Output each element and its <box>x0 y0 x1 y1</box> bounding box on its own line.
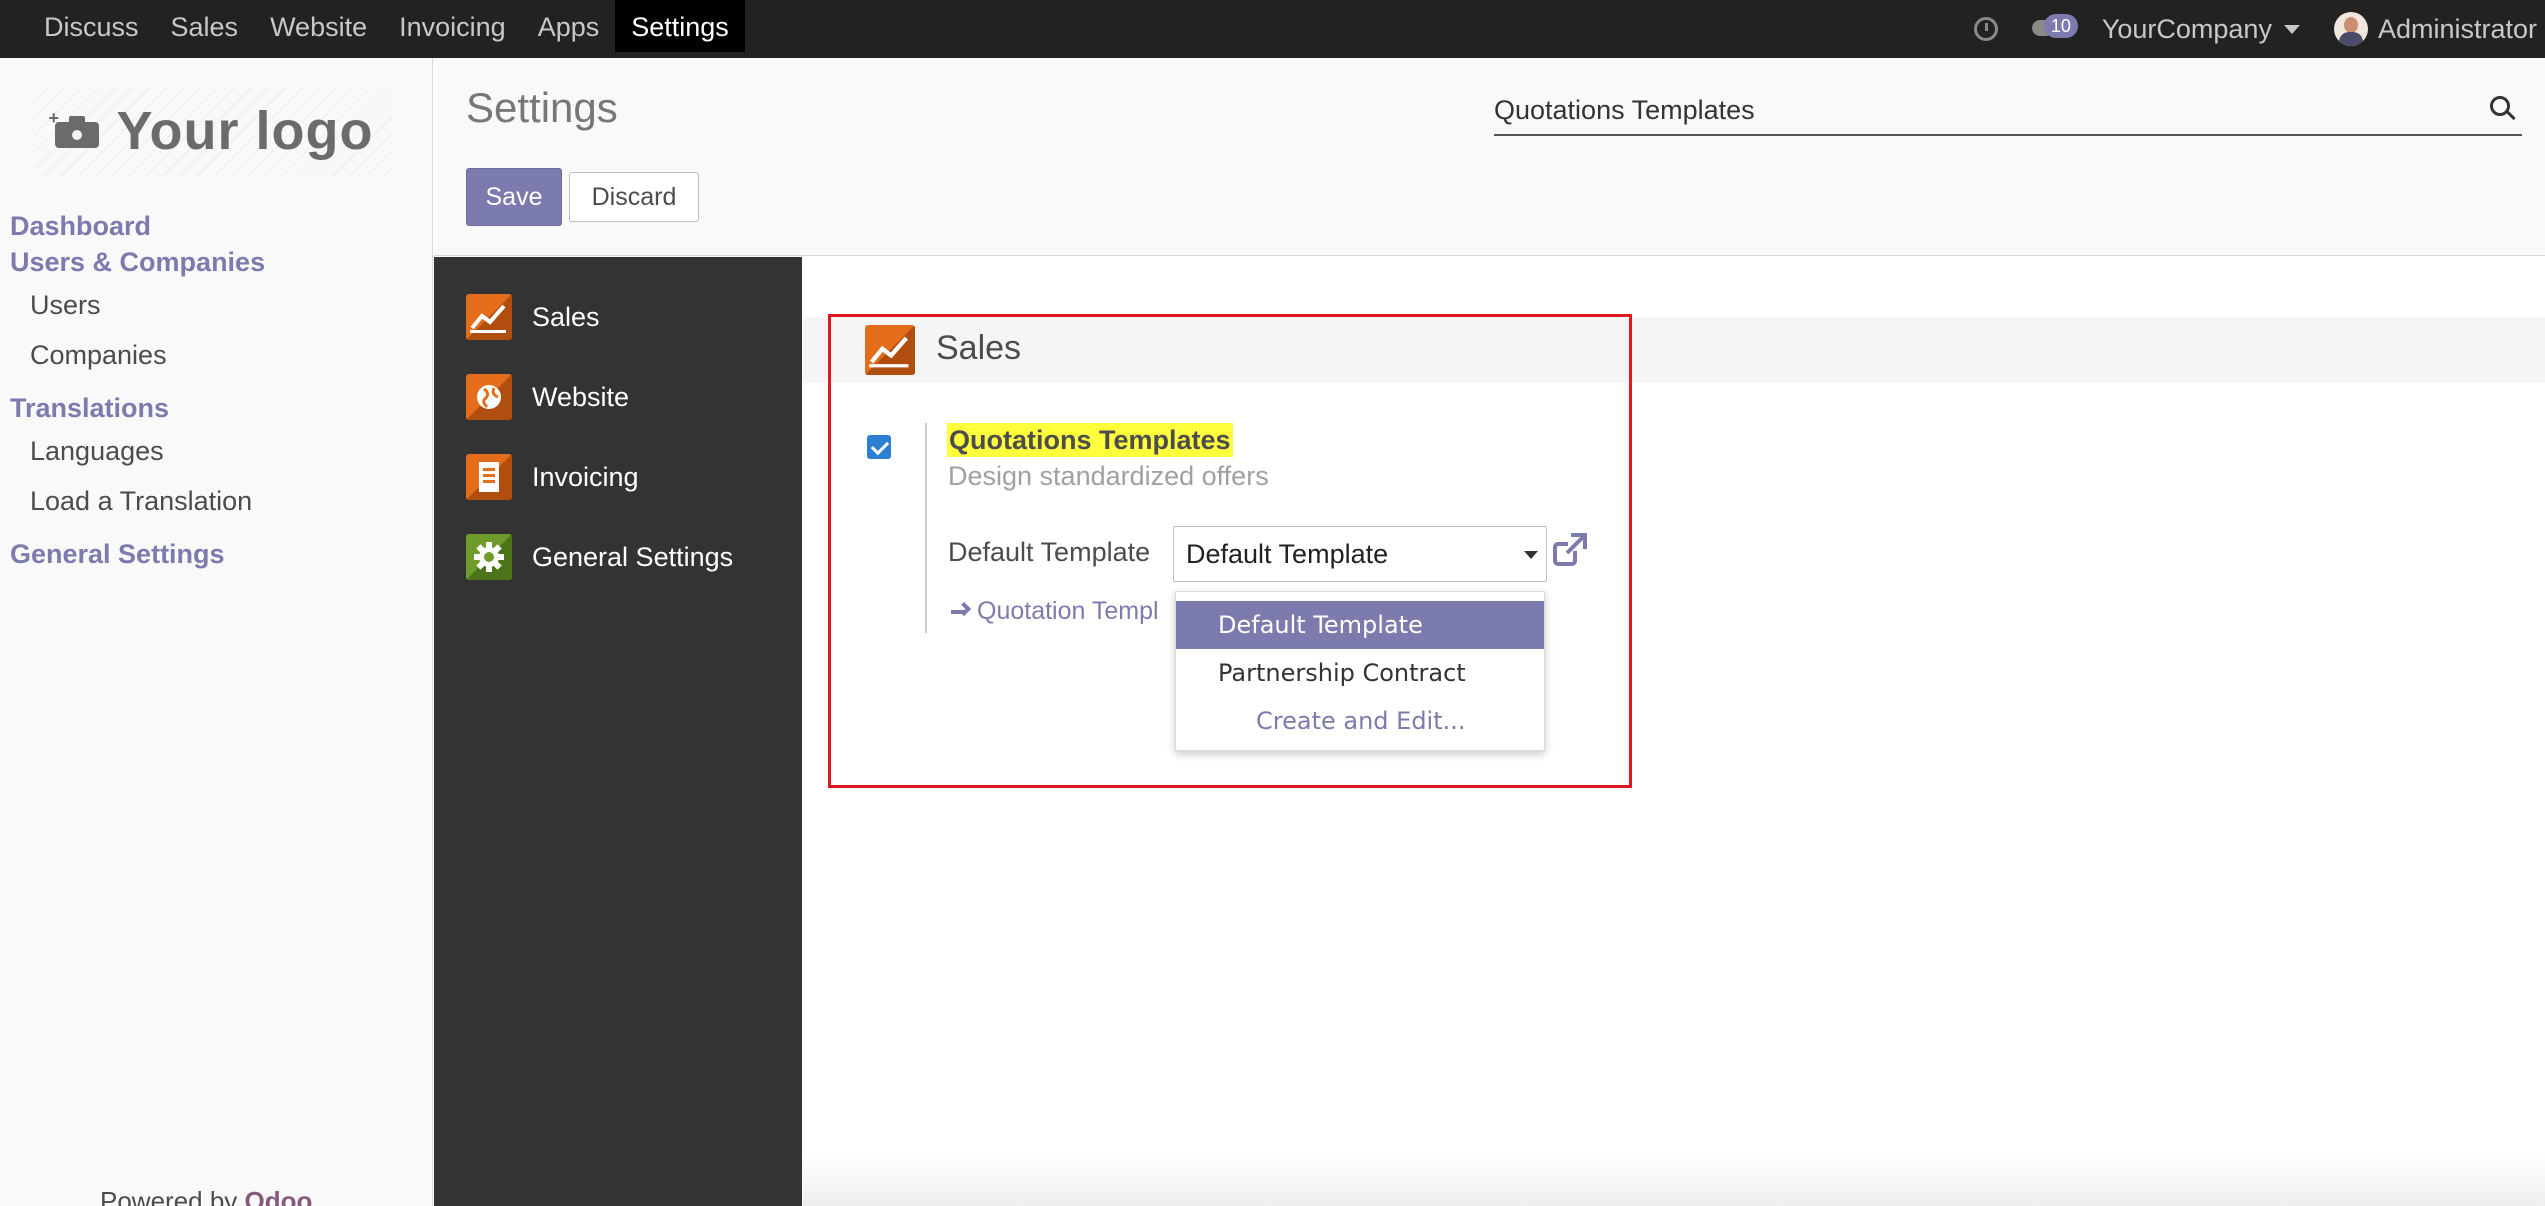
quotation-templates-link[interactable]: Quotation Templ <box>951 597 1159 626</box>
settings-nav-general-settings[interactable]: General Settings <box>466 533 733 581</box>
logo-text: Your logo <box>116 101 374 161</box>
gear-icon <box>466 534 512 580</box>
discard-button[interactable]: Discard <box>569 172 699 222</box>
chevron-down-icon <box>1524 551 1538 559</box>
quotation-templates-checkbox[interactable] <box>867 435 891 459</box>
setting-description: Design standardized offers <box>948 461 1269 491</box>
user-menu[interactable]: Administrator <box>2378 14 2537 45</box>
save-button[interactable]: Save <box>466 168 562 226</box>
settings-nav-invoicing[interactable]: Invoicing <box>466 453 639 501</box>
settings-nav-website[interactable]: Website <box>466 373 629 421</box>
powered-by-text: Powered by <box>100 1186 238 1206</box>
sidebar-item-load-translation[interactable]: Load a Translation <box>0 476 433 526</box>
scroll-fade <box>803 1156 2545 1206</box>
chevron-down-icon[interactable] <box>2283 24 2300 34</box>
main-menu: Discuss Sales Website Invoicing Apps Set… <box>28 0 745 58</box>
settings-nav-label: General Settings <box>532 541 734 572</box>
section-header <box>803 317 2545 383</box>
settings-nav-label: Invoicing <box>532 461 639 492</box>
dropdown-option-partnership-contract[interactable]: Partnership Contract <box>1176 649 1544 697</box>
setting-title: Quotations Templates <box>947 423 1233 457</box>
settings-nav-label: Sales <box>532 301 600 332</box>
invoice-document-icon <box>466 454 512 500</box>
activity-clock-icon[interactable] <box>1973 17 1998 41</box>
control-panel: Settings Save Discard <box>434 58 2545 256</box>
sidebar-item-translations[interactable]: Translations <box>0 390 433 426</box>
sidebar-item-users-companies[interactable]: Users & Companies <box>0 244 433 280</box>
menu-invoicing[interactable]: Invoicing <box>383 0 522 52</box>
message-count-badge: 10 <box>2043 14 2078 38</box>
external-link-icon[interactable] <box>1549 531 1589 571</box>
top-navbar: Discuss Sales Website Invoicing Apps Set… <box>0 0 2545 58</box>
powered-by: Powered by Odoo <box>100 1186 312 1206</box>
menu-discuss[interactable]: Discuss <box>28 0 155 52</box>
search-input[interactable] <box>1494 86 2454 134</box>
navbar-right: 10 YourCompany Administrator <box>1973 0 2545 58</box>
settings-app-nav: Sales Website Invoicing General Settings <box>434 257 802 1206</box>
app-sidebar: + Your logo Dashboard Users & Companies … <box>0 58 433 1206</box>
section-title: Sales <box>936 329 1022 367</box>
template-dropdown: Default Template Partnership Contract Cr… <box>1175 591 1545 751</box>
powered-by-brand-link[interactable]: Odoo <box>245 1186 313 1206</box>
settings-menu: Dashboard Users & Companies Users Compan… <box>0 208 433 572</box>
settings-nav-label: Website <box>532 381 630 412</box>
sidebar-item-languages[interactable]: Languages <box>0 426 433 476</box>
sales-chart-icon <box>466 294 512 340</box>
menu-sales[interactable]: Sales <box>155 0 255 52</box>
dropdown-create-and-edit[interactable]: Create and Edit... <box>1176 697 1544 745</box>
search-icon[interactable] <box>2490 96 2516 122</box>
menu-settings[interactable]: Settings <box>615 0 745 52</box>
settings-content: Sales Quotations Templates Design standa… <box>803 257 2545 1206</box>
default-template-label: Default Template <box>948 537 1151 567</box>
user-avatar[interactable] <box>2333 12 2368 46</box>
messaging-icon[interactable]: 10 <box>2031 14 2078 44</box>
sidebar-item-dashboard[interactable]: Dashboard <box>0 208 433 244</box>
camera-icon: + <box>49 108 99 148</box>
sidebar-item-companies[interactable]: Companies <box>0 330 433 380</box>
company-switcher[interactable]: YourCompany <box>2102 14 2272 45</box>
divider <box>925 423 927 633</box>
sidebar-item-general-settings[interactable]: General Settings <box>0 536 433 572</box>
settings-nav-sales[interactable]: Sales <box>466 293 600 341</box>
sales-chart-icon <box>865 325 915 375</box>
page-title: Settings <box>466 84 618 131</box>
default-template-select[interactable]: Default Template <box>1173 526 1547 582</box>
sidebar-item-users[interactable]: Users <box>0 280 433 330</box>
dropdown-option-default-template[interactable]: Default Template <box>1176 601 1544 649</box>
menu-apps[interactable]: Apps <box>522 0 616 52</box>
arrow-right-icon <box>951 601 972 621</box>
quotation-templates-link-label: Quotation Templ <box>977 597 1159 625</box>
select-value: Default Template <box>1186 539 1389 569</box>
search-bar <box>1494 86 2522 136</box>
globe-icon <box>466 374 512 420</box>
menu-website[interactable]: Website <box>254 0 383 52</box>
company-logo[interactable]: + Your logo <box>34 86 394 176</box>
